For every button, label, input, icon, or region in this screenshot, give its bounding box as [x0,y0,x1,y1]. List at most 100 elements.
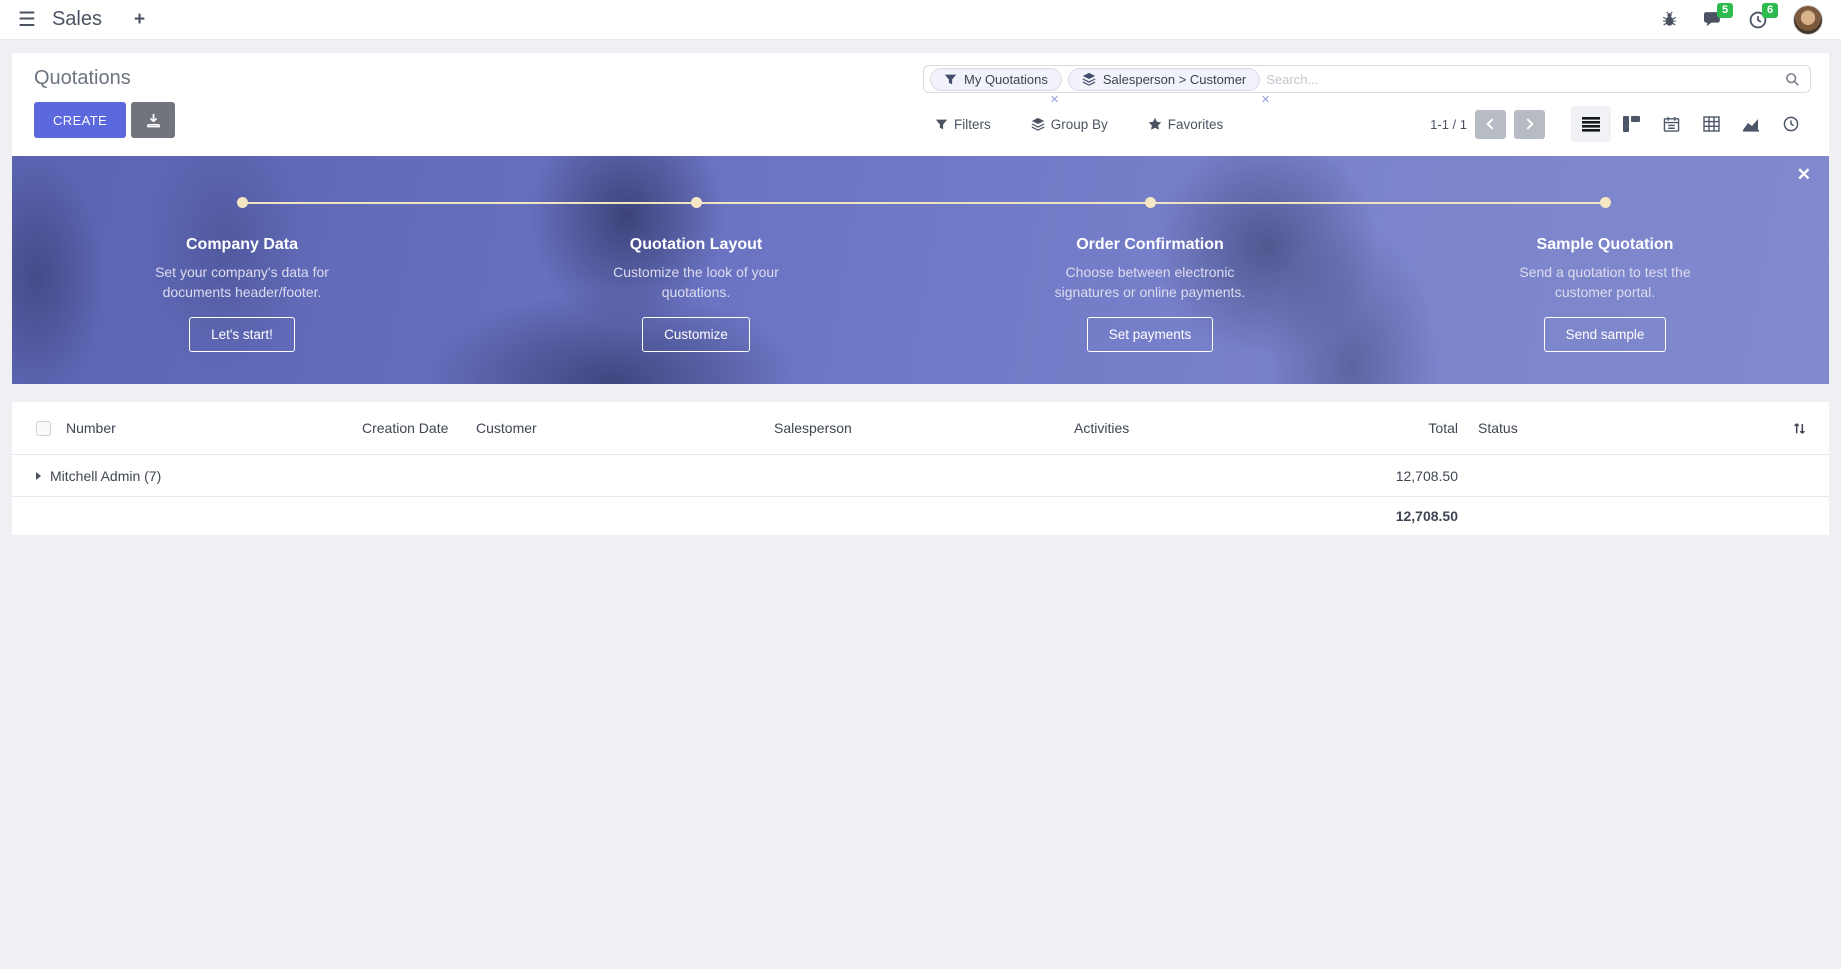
timeline-dot [691,197,702,208]
plus-icon[interactable]: + [134,9,145,31]
timeline-dot [1145,197,1156,208]
optional-columns-icon[interactable] [1792,421,1807,436]
step-title: Quotation Layout [546,236,846,254]
banner-close-icon[interactable]: ✕ [1797,165,1811,185]
onboarding-step-sample-quotation: Sample Quotation Send a quotation to tes… [1455,236,1755,352]
control-panel-left: Quotations CREATE [34,65,175,156]
export-button[interactable] [131,102,175,138]
step-description: Send a quotation to test the customer po… [1490,263,1720,302]
group-label: Mitchell Admin (7) [50,468,161,484]
filters-menu[interactable]: Filters [935,117,991,132]
group-total: 12,708.50 [1374,468,1458,484]
control-panel: Quotations CREATE My Quotations [12,53,1829,156]
search-icon[interactable] [1785,72,1800,92]
column-header-salesperson[interactable]: Salesperson [774,420,1074,436]
search-facet-groupby[interactable]: Salesperson > Customer [1068,68,1260,91]
apps-menu-icon[interactable]: ☰ [18,7,36,32]
pager: 1-1 / 1 [1430,110,1545,139]
main-panel-card: Quotations CREATE My Quotations [12,53,1829,384]
view-switcher [1571,106,1811,142]
send-sample-button[interactable]: Send sample [1544,317,1667,352]
column-header-status[interactable]: Status [1458,420,1769,436]
activity-view-button[interactable] [1771,106,1811,142]
debug-bug-icon[interactable] [1661,11,1678,28]
step-title: Order Confirmation [1000,236,1300,254]
pivot-view-icon [1703,116,1720,132]
onboarding-step-order-confirmation: Order Confirmation Choose between electr… [1000,236,1300,352]
search-bar[interactable]: My Quotations Salesperson > Customer [923,65,1811,93]
calendar-view-button[interactable] [1651,106,1691,142]
top-navbar: ☰ Sales + 5 6 [0,0,1841,40]
column-header-total[interactable]: Total [1374,420,1458,436]
column-header-customer[interactable]: Customer [476,420,774,436]
user-avatar[interactable] [1793,5,1823,35]
timeline-dot [237,197,248,208]
timeline-dot [1600,197,1611,208]
filters-label: Filters [954,117,991,132]
lets-start-button[interactable]: Let's start! [189,317,295,352]
quotations-list: Number Creation Date Customer Salesperso… [12,402,1829,535]
activities-count-badge: 6 [1762,3,1778,18]
footer-total: 12,708.50 [1374,508,1458,524]
kanban-view-button[interactable] [1611,106,1651,142]
app-name[interactable]: Sales [52,8,102,31]
list-view-button[interactable] [1571,106,1611,142]
create-button[interactable]: CREATE [34,102,126,138]
step-description: Choose between electronic signatures or … [1035,263,1265,302]
onboarding-step-quotation-layout: Quotation Layout Customize the look of y… [546,236,846,352]
pager-next-button[interactable] [1514,110,1545,139]
list-footer-row: 12,708.50 [12,497,1829,535]
facet-remove-icon[interactable]: ✕ [1050,93,1059,106]
group-by-menu[interactable]: Group By [1031,117,1108,132]
group-row-mitchell-admin[interactable]: Mitchell Admin (7) 12,708.50 [12,455,1829,497]
activity-view-icon [1783,116,1799,132]
favorites-menu[interactable]: Favorites [1148,117,1224,132]
step-description: Set your company's data for documents he… [127,263,357,302]
group-label-cell: Mitchell Admin (7) [12,468,1374,484]
control-panel-right: My Quotations Salesperson > Customer ✕ [923,65,1811,156]
onboarding-banner: Company Data Set your company's data for… [12,156,1829,384]
caret-right-icon[interactable] [36,472,41,480]
step-title: Sample Quotation [1455,236,1755,254]
group-by-label: Group By [1051,117,1108,132]
layers-icon [1082,72,1096,86]
column-header-creation-date[interactable]: Creation Date [362,420,476,436]
set-payments-button[interactable]: Set payments [1087,317,1214,352]
header-options-cell [1769,421,1829,436]
navbar-right: 5 6 [1661,5,1823,35]
step-title: Company Data [92,236,392,254]
pivot-view-button[interactable] [1691,106,1731,142]
search-toolbar: Filters Group By Favorites [923,106,1811,142]
layers-icon [1031,117,1045,131]
pager-range: 1-1 / 1 [1430,117,1467,132]
onboarding-step-company-data: Company Data Set your company's data for… [92,236,392,352]
search-menus: Filters Group By Favorites [923,117,1223,132]
chevron-left-icon [1486,118,1497,129]
download-icon [146,113,161,128]
star-icon [1148,117,1162,131]
pager-previous-button[interactable] [1475,110,1506,139]
customize-button[interactable]: Customize [642,317,750,352]
search-facet-my-quotations[interactable]: My Quotations [930,68,1062,91]
list-view-icon [1582,116,1600,132]
favorites-label: Favorites [1168,117,1224,132]
graph-view-icon [1742,117,1760,132]
chevron-right-icon [1522,118,1533,129]
onboarding-timeline [242,202,1605,204]
messages-icon[interactable]: 5 [1704,11,1723,28]
step-description: Customize the look of your quotations. [581,263,811,302]
page-title: Quotations [34,67,175,90]
facet-remove-icon[interactable]: ✕ [1261,93,1270,106]
list-header-row: Number Creation Date Customer Salesperso… [12,402,1829,455]
graph-view-button[interactable] [1731,106,1771,142]
filter-icon [935,118,948,131]
facet-label: My Quotations [964,72,1048,87]
filter-icon [944,73,957,86]
select-all-checkbox[interactable] [36,421,51,436]
activities-clock-icon[interactable]: 6 [1749,11,1767,29]
messages-count-badge: 5 [1717,3,1733,18]
header-checkbox-cell [12,421,66,436]
column-header-number[interactable]: Number [66,420,362,436]
column-header-activities[interactable]: Activities [1074,420,1374,436]
search-input[interactable] [1266,72,1776,87]
